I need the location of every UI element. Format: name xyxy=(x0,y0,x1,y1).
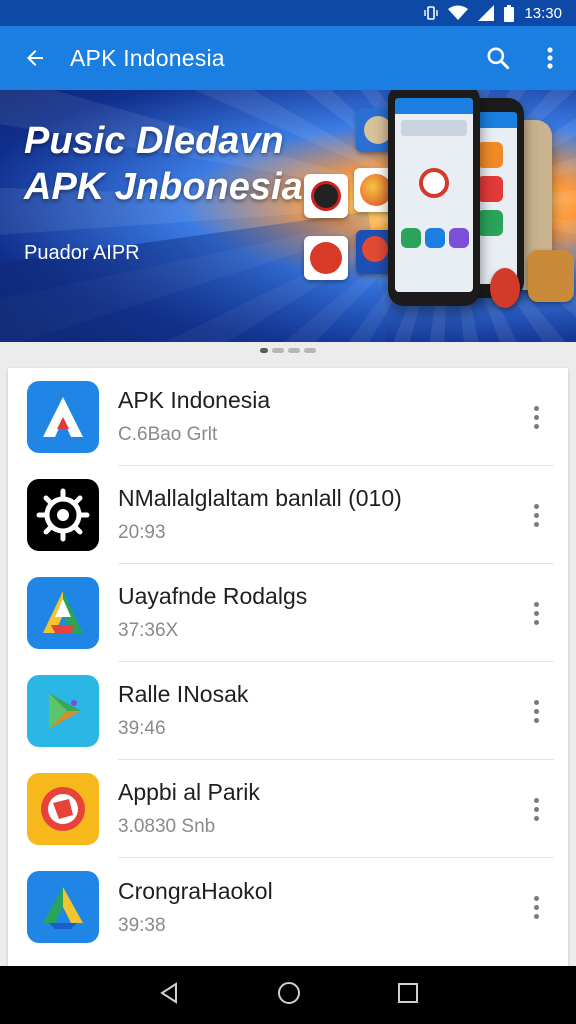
app-meta: 39:38 xyxy=(118,914,166,936)
app-name: NMallalglaltam banlall (010) xyxy=(118,485,402,511)
sticker-icon xyxy=(304,236,348,280)
red-circle-icon xyxy=(27,773,99,845)
app-meta: C.6Bao Grlt xyxy=(118,424,218,445)
more-vert-icon[interactable] xyxy=(524,26,576,90)
banner-title: Pusic Dledavn APK Jnbonesia xyxy=(24,118,303,210)
more-vert-icon[interactable] xyxy=(524,466,548,564)
nav-back-icon[interactable] xyxy=(158,981,180,1009)
signal-icon xyxy=(478,5,495,21)
list-item[interactable]: Ralle INosak 39:46 xyxy=(8,662,568,760)
back-arrow-icon[interactable] xyxy=(0,26,70,90)
status-bar: 13:30 xyxy=(0,0,576,26)
wifi-icon xyxy=(448,5,469,21)
play-triangle-icon xyxy=(27,675,99,747)
app-meta: 3.0830 Snb xyxy=(118,816,216,837)
list-item-apk-indonesia[interactable]: APK Indonesia C.6Bao Grlt xyxy=(8,368,568,466)
list-item[interactable]: CrongraHaokol 39:38 xyxy=(8,858,568,956)
status-time: 13:30 xyxy=(524,4,562,22)
banner-title-line1: Pusic Dledavn xyxy=(24,120,284,162)
colorful-a-icon xyxy=(27,577,99,649)
carousel-indicator xyxy=(0,348,576,358)
app-name: Appbi al Parik xyxy=(118,779,260,805)
system-nav-bar xyxy=(0,966,576,1024)
promo-banner[interactable]: Pusic Dledavn APK Jnbonesia Puador AIPR xyxy=(0,90,576,342)
nav-home-icon[interactable] xyxy=(277,981,301,1010)
banner-title-line2: APK Jnbonesia xyxy=(24,166,303,208)
search-icon[interactable] xyxy=(472,26,524,90)
list-item[interactable]: Appbi al Parik 3.0830 Snb xyxy=(8,760,568,858)
sticker-icon xyxy=(304,174,348,218)
vibrate-icon xyxy=(424,5,439,21)
more-vert-icon[interactable] xyxy=(524,760,548,858)
page-title: APK Indonesia xyxy=(70,44,225,71)
app-name: Ralle INosak xyxy=(118,681,249,707)
banner-subtitle: Puador AIPR xyxy=(24,242,140,264)
app-meta: 20:93 xyxy=(118,522,166,543)
carousel-dot-active[interactable] xyxy=(260,348,268,353)
app-name: APK Indonesia xyxy=(118,387,271,413)
carousel-dot[interactable] xyxy=(304,348,316,353)
battery-icon xyxy=(504,4,515,22)
carousel-dot[interactable] xyxy=(272,348,284,353)
app-meta: 37:36X xyxy=(118,620,179,641)
app-bar: APK Indonesia xyxy=(0,26,576,90)
robot-icon xyxy=(528,250,574,302)
more-vert-icon[interactable] xyxy=(524,368,548,466)
app-meta: 39:46 xyxy=(118,718,166,739)
more-vert-icon[interactable] xyxy=(524,858,548,956)
nav-recents-icon[interactable] xyxy=(397,982,418,1008)
app-list: APK Indonesia C.6Bao Grlt NMallalglaltam… xyxy=(8,368,568,968)
list-item[interactable]: Uayafnde Rodalgs 37:36X xyxy=(8,564,568,662)
phone-illustration-front xyxy=(388,90,480,306)
app-name: Uayafnde Rodalgs xyxy=(118,583,308,609)
apk-logo-icon xyxy=(27,381,99,453)
list-item[interactable]: NMallalglaltam banlall (010) 20:93 xyxy=(8,466,568,564)
mascot-icon xyxy=(490,268,520,308)
carousel-dot[interactable] xyxy=(288,348,300,353)
more-vert-icon[interactable] xyxy=(524,662,548,760)
app-name: CrongraHaokol xyxy=(118,877,273,904)
drive-triangle-icon xyxy=(27,871,99,943)
gear-wheel-icon xyxy=(27,479,99,551)
more-vert-icon[interactable] xyxy=(524,564,548,662)
